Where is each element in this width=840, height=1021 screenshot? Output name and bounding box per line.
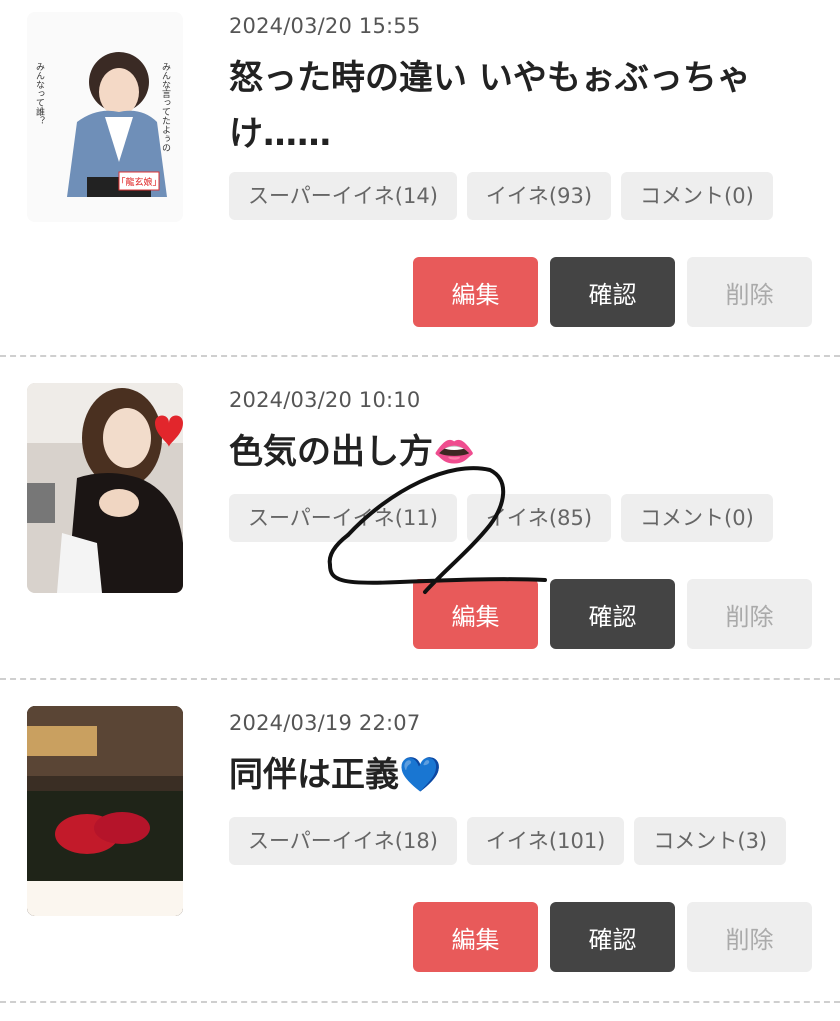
edit-button[interactable]: 編集 <box>413 579 538 649</box>
post-title[interactable]: 色気の出し方👄 <box>229 424 809 480</box>
post-item: 2024/03/19 22:07 同伴は正義💙 スーパーイイネ(18) イイネ(… <box>0 680 840 1003</box>
post-item: 2024/03/20 10:10 色気の出し方👄 スーパーイイネ(11) イイネ… <box>0 357 840 680</box>
delete-button[interactable]: 削除 <box>687 257 812 327</box>
edit-button[interactable]: 編集 <box>413 902 538 972</box>
confirm-button[interactable]: 確認 <box>550 579 675 649</box>
post-thumbnail[interactable] <box>27 383 183 593</box>
super-like-chip: スーパーイイネ(14) <box>229 172 457 220</box>
thumb-caption-text: みんな言ってたよぅの <box>160 62 171 152</box>
reaction-chips: スーパーイイネ(14) イイネ(93) コメント(0) <box>229 172 773 220</box>
confirm-button[interactable]: 確認 <box>550 257 675 327</box>
super-like-chip: スーパーイイネ(18) <box>229 817 457 865</box>
confirm-button[interactable]: 確認 <box>550 902 675 972</box>
post-title-line: 色気の出し方👄 <box>229 432 476 472</box>
delete-button[interactable]: 削除 <box>687 902 812 972</box>
comment-chip: コメント(3) <box>634 817 787 865</box>
thumb-label-text: 「龍玄娘」 <box>116 176 161 188</box>
post-thumbnail[interactable]: 「龍玄娘」 みんな言ってたよぅの みんなって誰？ <box>27 12 183 222</box>
post-title-line: 同伴は正義💙 <box>229 755 442 795</box>
reaction-chips: スーパーイイネ(18) イイネ(101) コメント(3) <box>229 817 787 865</box>
like-chip: イイネ(101) <box>466 817 625 865</box>
divider <box>0 1001 840 1003</box>
thumb-caption-text: みんなって誰？ <box>34 62 45 125</box>
post-item: 「龍玄娘」 みんな言ってたよぅの みんなって誰？ 2024/03/20 15:5… <box>0 0 840 357</box>
post-date: 2024/03/20 15:55 <box>229 14 421 38</box>
comment-chip: コメント(0) <box>621 494 773 542</box>
post-actions: 編集 確認 削除 <box>413 257 812 327</box>
post-actions: 編集 確認 削除 <box>413 579 812 649</box>
edit-button[interactable]: 編集 <box>413 257 538 327</box>
super-like-chip: スーパーイイネ(11) <box>229 494 457 542</box>
post-thumbnail[interactable] <box>27 706 183 916</box>
post-date: 2024/03/20 10:10 <box>229 388 421 412</box>
post-title[interactable]: 怒った時の違い いやもぉぶっちゃ け…… <box>229 50 809 162</box>
post-date: 2024/03/19 22:07 <box>229 711 421 735</box>
reaction-chips: スーパーイイネ(11) イイネ(85) コメント(0) <box>229 494 773 542</box>
like-chip: イイネ(93) <box>466 172 612 220</box>
post-title-line: 怒った時の違い いやもぉぶっちゃ <box>229 58 751 98</box>
comment-chip: コメント(0) <box>621 172 773 220</box>
post-title[interactable]: 同伴は正義💙 <box>229 747 809 803</box>
post-actions: 編集 確認 削除 <box>413 902 812 972</box>
delete-button[interactable]: 削除 <box>687 579 812 649</box>
post-title-line: け…… <box>229 114 331 154</box>
like-chip: イイネ(85) <box>466 494 612 542</box>
